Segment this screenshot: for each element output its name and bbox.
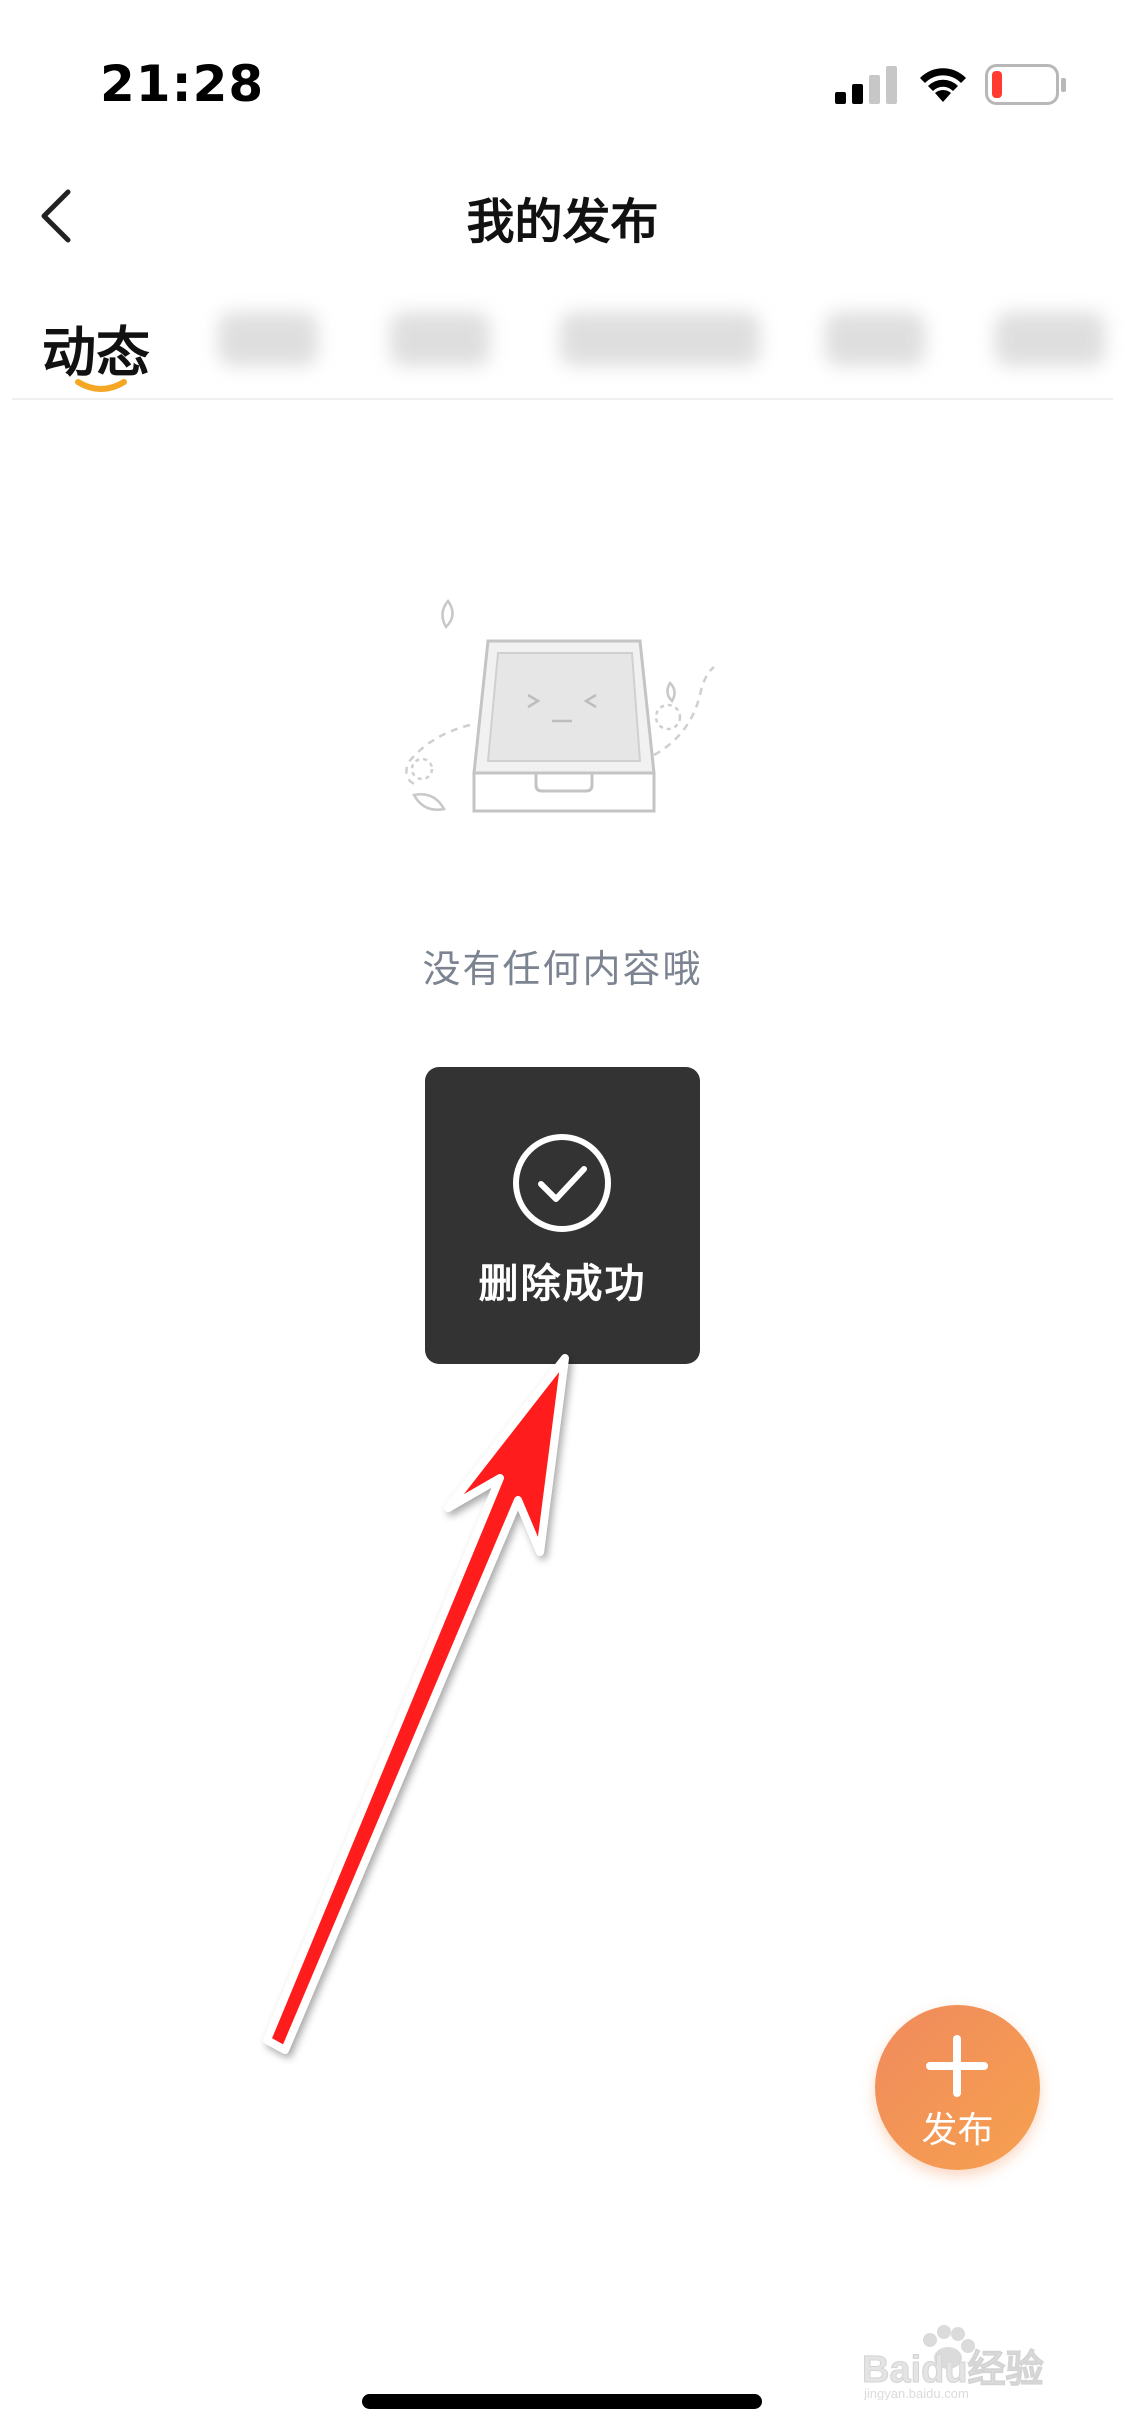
tab-blurred-4[interactable] [825,312,925,366]
tab-active-indicator [75,379,127,392]
publish-fab-button[interactable]: 发布 [875,2005,1040,2170]
fab-label: 发布 [921,2110,994,2151]
status-time: 21:28 [100,55,265,113]
tab-blurred-3[interactable] [560,312,760,366]
toast-message: 删除成功 [478,1261,647,1307]
tabs-divider [12,398,1113,400]
tab-blurred-1[interactable] [218,312,318,366]
plus-icon [926,2035,988,2097]
baidu-jingyan-watermark: Baidu经验 jingyan.baidu.com [862,2325,1044,2400]
tab-dongtai[interactable]: 动态 [42,308,150,387]
tab-bar: 动态 [0,290,1125,400]
battery-icon [985,64,1066,105]
signal-icon [835,66,897,104]
wifi-icon [920,68,966,102]
success-toast: 删除成功 [425,1067,700,1364]
svg-text:Baidu经验: Baidu经验 [862,2349,1044,2391]
page-title: 我的发布 [466,194,659,250]
check-circle-icon [513,1134,611,1232]
empty-box-icon [405,598,715,813]
tab-blurred-5[interactable] [995,312,1105,366]
screen: 21:28 我的发布 动态 没有任何内容哦 删除成功 发布 Baidu经验 ji… [0,0,1125,2436]
svg-text:jingyan.baidu.com: jingyan.baidu.com [863,2386,969,2400]
home-indicator[interactable] [362,2394,762,2409]
empty-state-message: 没有任何内容哦 [422,947,703,991]
tab-blurred-2[interactable] [390,312,490,366]
